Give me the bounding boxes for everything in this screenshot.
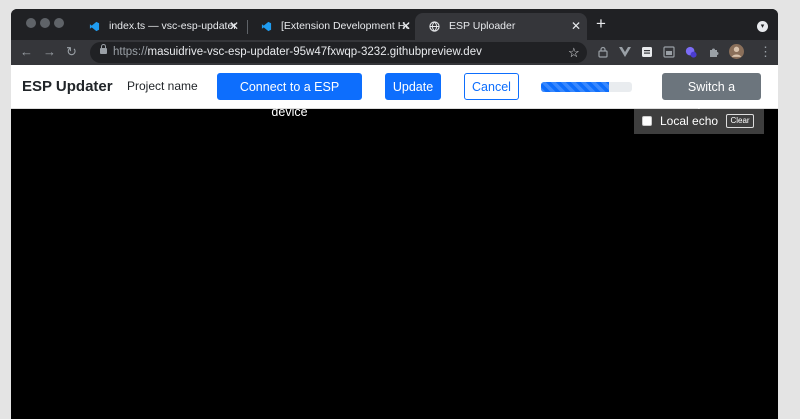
url-scheme: https:// bbox=[113, 46, 148, 58]
vscode-icon bbox=[89, 21, 100, 32]
tab-vscode-index[interactable]: index.ts — vsc-esp-updater [C ✕ bbox=[75, 13, 245, 40]
page-content: ESP Updater Project name Connect to a ES… bbox=[11, 65, 778, 419]
progress-fill bbox=[541, 82, 610, 92]
image-extension-icon[interactable] bbox=[663, 46, 675, 58]
vscode-icon bbox=[261, 21, 272, 32]
tab-extension-host[interactable]: [Extension Development Host] ✕ bbox=[247, 13, 417, 40]
url-host: masuidrive-vsc-esp-updater-95w47fxwqp-32… bbox=[147, 46, 482, 58]
url-text: https://masuidrive-vsc-esp-updater-95w47… bbox=[113, 42, 482, 63]
lock-icon bbox=[100, 44, 107, 54]
upload-progress-bar bbox=[541, 82, 632, 92]
tab-title: [Extension Development Host] bbox=[281, 20, 409, 32]
new-tab-button[interactable]: + bbox=[596, 14, 606, 34]
forward-arrow-icon[interactable]: → bbox=[43, 42, 56, 62]
profile-avatar[interactable] bbox=[729, 44, 744, 59]
tab-close-icon[interactable]: ✕ bbox=[571, 13, 581, 40]
browser-menu-icon[interactable]: ⋮ bbox=[759, 42, 772, 62]
connect-button[interactable]: Connect to a ESP device bbox=[217, 73, 362, 119]
tab-title: ESP Uploader bbox=[449, 20, 516, 32]
switch-device-button[interactable]: Switch a device bbox=[662, 73, 761, 119]
lock-extension-icon[interactable] bbox=[597, 46, 609, 58]
cancel-button[interactable]: Cancel bbox=[464, 73, 519, 100]
reload-icon[interactable]: ↻ bbox=[66, 42, 77, 62]
browser-window: index.ts — vsc-esp-updater [C ✕ [Extensi… bbox=[11, 9, 778, 419]
back-arrow-icon[interactable]: ← bbox=[20, 42, 33, 62]
project-name: Project name bbox=[127, 79, 198, 93]
update-button[interactable]: Update bbox=[385, 73, 441, 100]
terminal-area[interactable] bbox=[11, 109, 778, 419]
tab-esp-uploader[interactable]: ESP Uploader ✕ bbox=[415, 13, 587, 40]
close-window-dot[interactable] bbox=[26, 18, 36, 28]
tab-close-icon[interactable]: ✕ bbox=[401, 13, 411, 40]
maximize-window-dot[interactable] bbox=[54, 18, 64, 28]
tab-title: index.ts — vsc-esp-updater [C bbox=[109, 20, 237, 32]
app-brand: ESP Updater bbox=[22, 78, 113, 95]
puzzle-extensions-icon[interactable] bbox=[708, 46, 720, 58]
tab-strip: index.ts — vsc-esp-updater [C ✕ [Extensi… bbox=[11, 9, 778, 40]
badge-extension-icon[interactable] bbox=[685, 46, 697, 58]
address-bar[interactable]: https://masuidrive-vsc-esp-updater-95w47… bbox=[90, 42, 587, 63]
tab-search-icon[interactable]: ▾ bbox=[757, 21, 768, 32]
bookmark-star-icon[interactable]: ☆ bbox=[568, 42, 580, 63]
browser-toolbar: ← → ↻ https://masuidrive-vsc-esp-updater… bbox=[11, 40, 778, 65]
app-navbar: ESP Updater Project name Connect to a ES… bbox=[11, 65, 778, 119]
minimize-window-dot[interactable] bbox=[40, 18, 50, 28]
tab-close-icon[interactable]: ✕ bbox=[229, 13, 239, 40]
vuejs-devtools-icon[interactable] bbox=[619, 46, 631, 58]
notes-extension-icon[interactable] bbox=[641, 46, 653, 58]
globe-icon bbox=[429, 21, 440, 32]
